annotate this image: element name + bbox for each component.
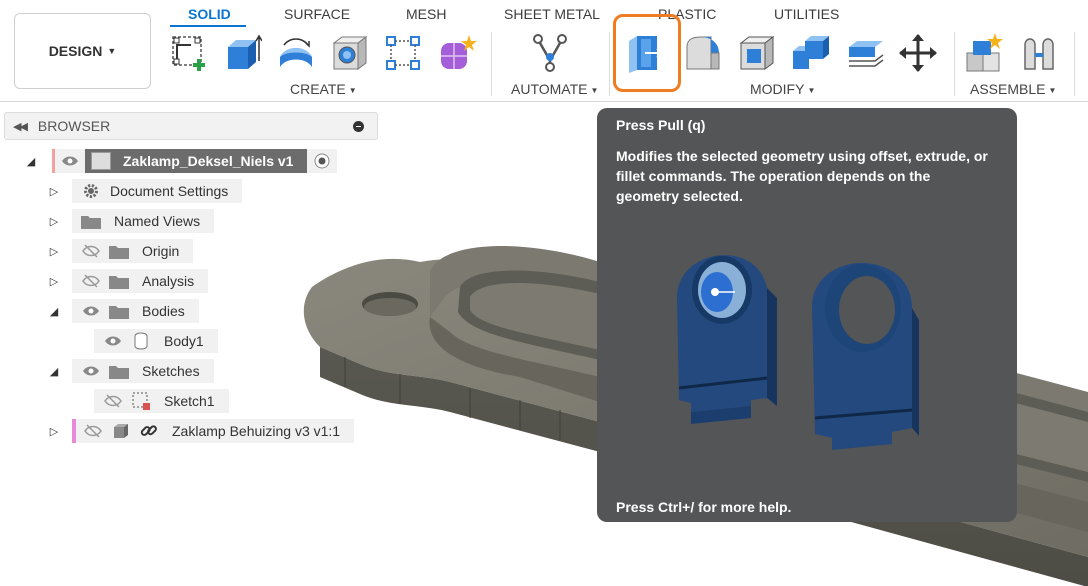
item-label: Zaklamp Behuizing v3 v1:1: [172, 423, 341, 439]
collapse-triangle-icon[interactable]: ◢: [26, 155, 36, 168]
design-label: DESIGN: [48, 43, 103, 59]
document-icon: [91, 152, 111, 170]
caret-down-icon: ▼: [807, 86, 816, 95]
toolbar-separator: [609, 32, 610, 96]
browser-item-bodies[interactable]: Bodies: [72, 299, 199, 323]
shell-icon[interactable]: [737, 33, 777, 73]
expand-triangle-icon[interactable]: ▷: [49, 215, 59, 228]
component-icon: [110, 422, 132, 440]
collapse-triangle-icon[interactable]: ◢: [49, 365, 59, 378]
item-label: Sketch1: [164, 393, 215, 409]
caret-down-icon: ▼: [348, 86, 357, 95]
body-icon: [130, 332, 152, 350]
modify-menu[interactable]: MODIFY ▼: [750, 81, 815, 97]
expand-triangle-icon[interactable]: ▷: [49, 185, 59, 198]
browser-item-sketch1[interactable]: Sketch1: [94, 389, 229, 413]
caret-down-icon: ▼: [1048, 86, 1057, 95]
offset-face-icon[interactable]: [845, 33, 885, 73]
tooltip-description: Modifies the selected geometry using off…: [616, 148, 988, 204]
eye-hidden-icon[interactable]: [80, 242, 102, 260]
combine-icon[interactable]: [791, 33, 831, 73]
toolbar: DESIGN ▼ SOLID SURFACE MESH SHEET METAL P…: [0, 0, 1088, 102]
create-form-icon[interactable]: [437, 33, 477, 73]
automate-menu[interactable]: AUTOMATE ▼: [511, 81, 598, 97]
expand-triangle-icon[interactable]: ▷: [49, 425, 59, 438]
expand-triangle-icon[interactable]: ▷: [49, 245, 59, 258]
extrude-icon[interactable]: [222, 33, 262, 73]
move-icon[interactable]: [898, 33, 938, 73]
eye-icon[interactable]: [80, 302, 102, 320]
eye-icon[interactable]: [55, 149, 85, 173]
automate-icon[interactable]: [530, 33, 570, 73]
eye-hidden-icon[interactable]: [102, 392, 124, 410]
pattern-icon[interactable]: [383, 33, 423, 73]
folder-icon: [80, 212, 102, 230]
browser-item-named-views[interactable]: Named Views: [72, 209, 215, 233]
sketch-icon: [130, 392, 152, 410]
item-label: Origin: [142, 243, 180, 259]
folder-icon: [108, 302, 130, 320]
press-pull-preview-image: [677, 255, 919, 450]
joint-icon[interactable]: [1019, 33, 1059, 73]
activate-radio-icon[interactable]: [307, 149, 338, 173]
toolbar-separator: [1074, 32, 1075, 96]
new-component-icon[interactable]: [965, 33, 1005, 73]
revolve-icon[interactable]: [276, 33, 316, 73]
browser-item-zaklamp-behuizing[interactable]: Zaklamp Behuizing v3 v1:1: [72, 419, 355, 443]
browser-item-body1[interactable]: Body1: [94, 329, 218, 353]
browser-root-item[interactable]: Zaklamp_Deksel_Niels v1: [52, 149, 338, 173]
folder-icon: [108, 242, 130, 260]
tooltip-help-hint: Press Ctrl+/ for more help.: [616, 499, 792, 515]
assemble-menu[interactable]: ASSEMBLE ▼: [970, 81, 1056, 97]
browser-item-sketches[interactable]: Sketches: [72, 359, 214, 383]
folder-icon: [108, 362, 130, 380]
link-icon: [138, 422, 160, 440]
browser-item-origin[interactable]: Origin: [72, 239, 194, 263]
browser-title: BROWSER: [37, 118, 111, 134]
tab-mesh[interactable]: MESH: [406, 6, 446, 22]
item-label: Document Settings: [110, 183, 229, 199]
folder-icon: [108, 272, 130, 290]
collapse-panel-icon[interactable]: ◀◀: [13, 120, 28, 133]
press-pull-icon[interactable]: [627, 33, 667, 73]
expand-triangle-icon[interactable]: ▷: [49, 275, 59, 288]
create-sketch-icon[interactable]: [169, 33, 209, 73]
browser-item-analysis[interactable]: Analysis: [72, 269, 209, 293]
eye-icon[interactable]: [102, 332, 124, 350]
tab-solid[interactable]: SOLID: [188, 6, 231, 22]
toolbar-separator: [954, 32, 955, 96]
caret-down-icon: ▼: [590, 86, 599, 95]
tooltip-title: Press Pull (q): [616, 117, 706, 133]
fillet-icon[interactable]: [683, 33, 723, 73]
tab-surface[interactable]: SURFACE: [284, 6, 350, 22]
active-tab-indicator: [170, 25, 246, 27]
collapse-triangle-icon[interactable]: ◢: [49, 305, 59, 318]
item-label: Bodies: [142, 303, 185, 319]
toolbar-separator: [491, 32, 492, 96]
create-menu[interactable]: CREATE ▼: [290, 81, 357, 97]
press-pull-tooltip: Press Pull (q) Modifies the selected geo…: [597, 108, 1017, 522]
hole-icon[interactable]: [330, 33, 370, 73]
minimize-icon[interactable]: [353, 121, 364, 132]
eye-hidden-icon[interactable]: [80, 272, 102, 290]
item-label: Body1: [164, 333, 204, 349]
design-workspace-button[interactable]: DESIGN ▼: [14, 13, 151, 89]
tab-sheet-metal[interactable]: SHEET METAL: [504, 6, 600, 22]
root-document-label: Zaklamp_Deksel_Niels v1: [123, 153, 294, 169]
tab-utilities[interactable]: UTILITIES: [774, 6, 839, 22]
browser-header[interactable]: ◀◀ BROWSER: [4, 112, 378, 140]
eye-icon[interactable]: [80, 362, 102, 380]
caret-down-icon: ▼: [107, 46, 117, 56]
item-label: Analysis: [142, 273, 195, 289]
item-label: Sketches: [142, 363, 200, 379]
item-label: Named Views: [114, 213, 201, 229]
gear-icon: [80, 182, 102, 200]
browser-item-document-settings[interactable]: Document Settings: [72, 179, 243, 203]
eye-hidden-icon[interactable]: [82, 422, 104, 440]
